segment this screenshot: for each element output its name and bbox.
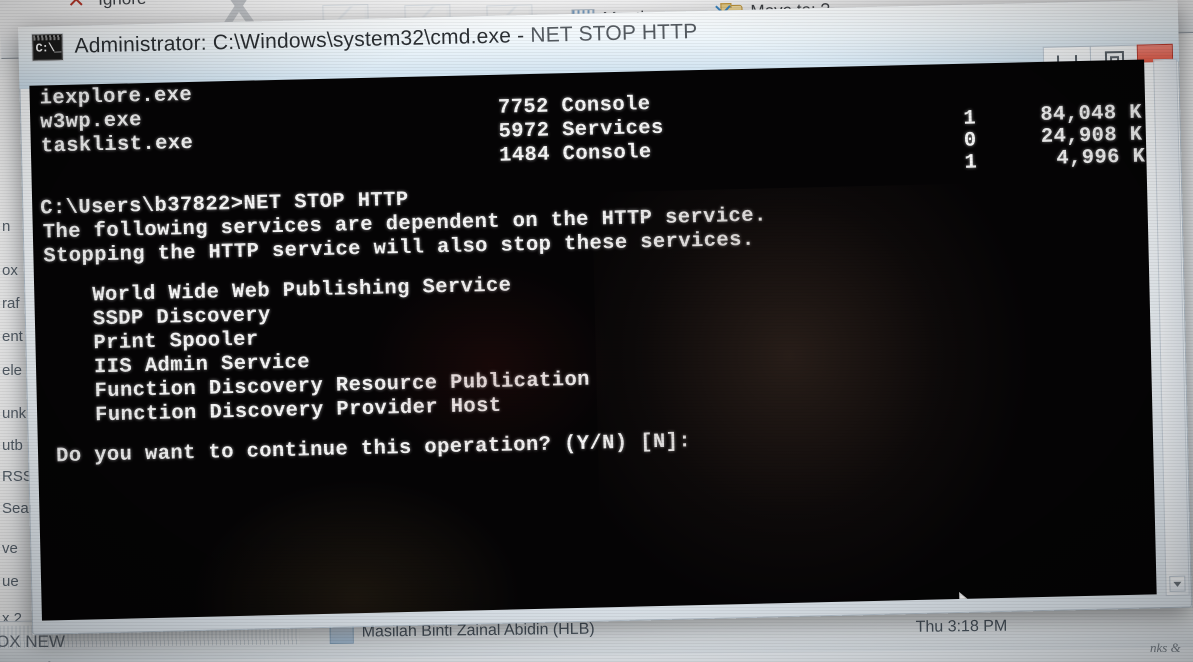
folder-pane-item[interactable]: n [2,218,10,235]
console-line: 7752 Console [497,93,651,120]
folder-pane-item[interactable]: utb [2,437,23,454]
folder-pane-item[interactable]: ve [2,540,18,557]
folder-pane-item[interactable]: unk [2,405,26,422]
links-label: nks & [1150,640,1181,655]
status-time: Thu 3:18 PM [915,617,1008,636]
console-line: w3wp.exe [39,109,143,135]
console-line: 1 [964,151,978,175]
console-line: 1484 Console [498,141,652,168]
console-line: Print Spooler [93,328,259,356]
console-line: World Wide Web Publishing Service [92,274,512,308]
folder-pane-item[interactable]: ele [2,362,22,379]
folder-pane-item[interactable]: ox [2,262,18,279]
scroll-down-button[interactable] [1169,575,1186,593]
inbox-new-label: OX NEW [0,632,65,651]
console-line: 4,996 K [1056,145,1146,171]
cmd-prompt-icon: C:\_ [32,33,63,61]
screen-photo: Ignore Meeting Move to: ? To Manager [0,0,1193,662]
window-title-path: C:\Windows\system32\cmd.exe - [212,23,531,55]
console-line: iexplore.exe [39,83,193,111]
console-line: 5972 Services [498,116,664,144]
window-title-command: NET STOP HTTP [530,19,698,47]
cmd-console-window[interactable]: C:\_ Administrator: C:\Windows\system32\… [18,0,1193,635]
folder-pane-item[interactable]: ue [2,573,19,590]
ignore-x-icon [66,0,93,13]
console-line: 0 [963,129,977,153]
ribbon-item-ignore[interactable]: Ignore [66,0,147,13]
window-title-prefix: Administrator: [74,31,214,58]
cmd-icon-text: C:\_ [35,41,61,56]
console-line: tasklist.exe [40,131,194,159]
console-output-area[interactable]: iexplore.exe w3wp.exe tasklist.exe 7752 Con… [29,59,1157,621]
folder-pane-item[interactable]: ent [2,328,23,345]
console-line: Do you want to continue this operation? … [55,430,692,469]
window-title: Administrator: C:\Windows\system32\cmd.e… [74,20,698,59]
folder-pane-item[interactable]: raf [2,295,20,312]
console-line: SSDP Discovery [92,304,271,332]
ribbon-label-ignore: Ignore [98,0,147,10]
console-line: 1 [963,107,977,131]
